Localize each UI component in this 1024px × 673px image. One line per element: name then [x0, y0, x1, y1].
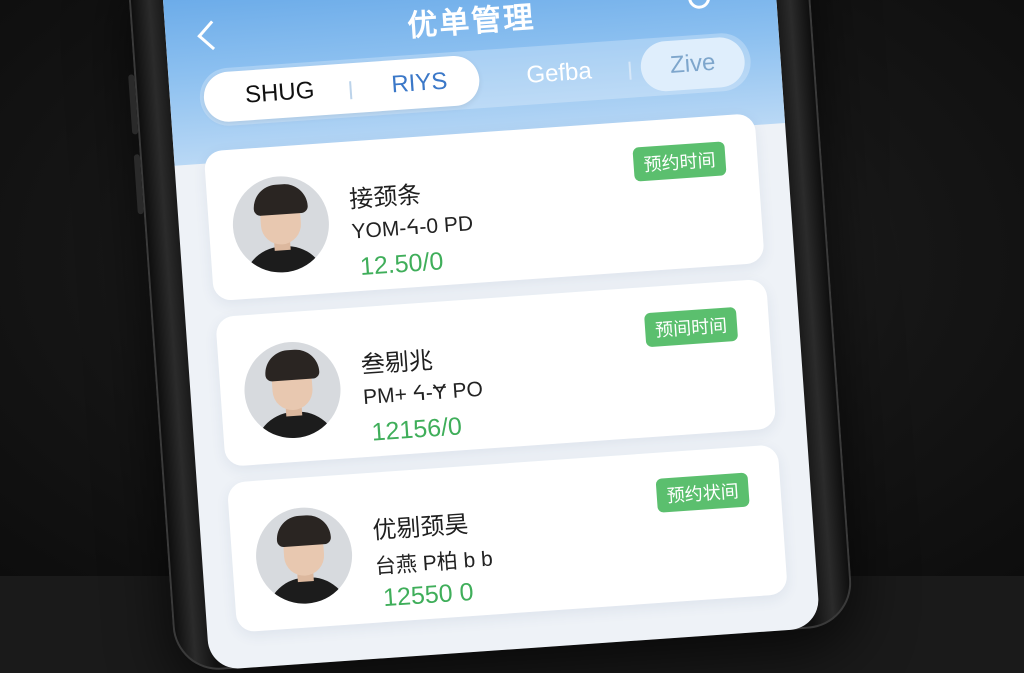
tab-gefba[interactable]: Gefba: [497, 45, 620, 103]
order-time: PM+ ᔦ-Ɏ PO: [362, 377, 484, 410]
status-badge: 预约时间: [632, 141, 727, 182]
app-screen: 优单管理 SHUG RIYS Gefba Zive 接颈条 YOM-ᔦ-0 PD…: [160, 0, 821, 671]
order-price: 12.50/0: [359, 247, 445, 281]
order-name: 叁剔兆: [359, 346, 434, 380]
order-price: 12156/0: [370, 412, 463, 447]
order-price: 12550 0: [382, 577, 475, 613]
order-card[interactable]: 叁剔兆 PM+ ᔦ-Ɏ PO 12156/0 预间时间: [215, 278, 777, 467]
status-badge: 预约状间: [655, 472, 750, 513]
tab-divider: [628, 61, 632, 80]
order-time: 台燕 P柏 b b: [374, 547, 494, 579]
order-name: 优剔颈昊: [371, 510, 470, 545]
refresh-icon[interactable]: [687, 0, 711, 10]
phone: 优单管理 SHUG RIYS Gefba Zive 接颈条 YOM-ᔦ-0 PD…: [125, 0, 855, 673]
avatar: [241, 338, 344, 442]
order-time: YOM-ᔦ-0 PD: [350, 212, 474, 244]
tab-zive[interactable]: Zive: [639, 36, 746, 93]
tab-riys[interactable]: RIYS: [358, 54, 481, 112]
status-badge: 预间时间: [644, 306, 739, 348]
order-name: 接颈条: [348, 180, 423, 214]
tab-shug[interactable]: SHUG: [218, 64, 341, 122]
order-card[interactable]: 优剔颈昊 台燕 P柏 b b 12550 0 预约状间: [226, 444, 788, 633]
avatar: [229, 173, 333, 276]
avatar: [252, 504, 356, 607]
